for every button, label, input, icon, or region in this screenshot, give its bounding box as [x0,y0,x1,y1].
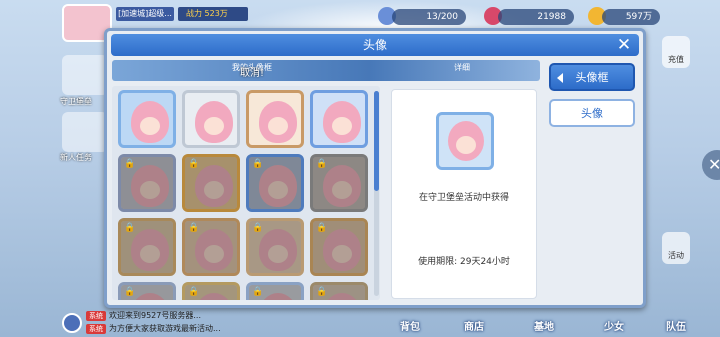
subtab-bar: 我的头像框 取消! 详细 [112,60,540,81]
avatar-frame-item[interactable]: 🔒 [118,282,176,300]
scrollbar-thumb[interactable] [374,91,379,191]
nav-bag[interactable]: 背包 [386,312,434,337]
triangle-left-icon [557,73,563,83]
frame-source-text: 在守卫堡垒活动中获得 [418,193,509,203]
avatar-face [323,101,361,143]
fortress-event-icon[interactable] [62,55,108,95]
dialog-title: 头像 [362,38,387,52]
event-button[interactable]: 活动 [662,232,690,264]
player-name: [加速城]超级... [116,7,174,21]
avatar-frame-item[interactable] [118,90,176,148]
avatar-frame-item[interactable]: 🔒 [246,218,304,276]
chat-line: 系统 欢迎来到9527号服务器... [86,310,201,321]
chat-text: 欢迎来到9527号服务器... [109,311,201,320]
frame-grid-scrollbar[interactable] [374,91,379,296]
lock-icon: 🔒 [252,287,264,297]
avatar-face [448,121,484,161]
chat-icon[interactable] [62,313,82,333]
avatar-frame-item[interactable]: 🔒 [118,154,176,212]
lock-icon: 🔒 [124,159,136,169]
chat-box[interactable]: 系统 欢迎来到9527号服务器... 系统 为方便大家获取游戏最新活动... [58,308,258,336]
avatar-frame-item[interactable] [246,90,304,148]
avatar-frame-item[interactable]: 🔒 [182,218,240,276]
avatar-frame-item[interactable]: 🔒 [118,218,176,276]
fortress-event-label: 守卫堡垒 [60,97,92,106]
chat-line: 系统 为方便大家获取游戏最新活动... [86,323,221,334]
avatar-face [259,101,297,143]
avatar-face [131,101,169,143]
avatar-frame-item[interactable] [182,90,240,148]
lock-icon: 🔒 [124,287,136,297]
recharge-button[interactable]: 充值 [662,36,690,68]
lock-icon: 🔒 [188,223,200,233]
event-label: 活动 [668,251,684,260]
frame-grid: 🔒 🔒 🔒 🔒 🔒 🔒 🔒 🔒 🔒 🔒 🔒 🔒 [112,86,380,300]
avatar-frame-item[interactable]: 🔒 [310,218,368,276]
avatar-frame-item[interactable]: 🔒 [310,282,368,300]
nav-girls[interactable]: 少女 [590,312,638,337]
avatar-frame-button-label: 头像框 [575,71,609,84]
avatar-frame-item[interactable]: 🔒 [182,282,240,300]
newbie-task-label: 新人任务 [60,153,92,162]
nav-base[interactable]: 基地 [520,312,568,337]
toast-message: 取消! [239,68,264,79]
tab-detail[interactable]: 详细 [412,60,512,81]
lock-icon: 🔒 [252,223,264,233]
frame-expiry-text: 使用期限: 29天24小时 [418,257,510,267]
stamina-value: 13/200 [392,9,466,25]
lock-icon: 🔒 [252,159,264,169]
avatar-frame-item[interactable]: 🔒 [246,282,304,300]
newbie-task-icon[interactable] [62,112,108,152]
recharge-label: 充值 [668,55,684,64]
avatar-frame-item[interactable]: 🔒 [310,154,368,212]
avatar-frame-item[interactable] [310,90,368,148]
lock-icon: 🔒 [316,223,328,233]
chat-tag: 系统 [86,311,106,321]
frame-detail-panel: 在守卫堡垒活动中获得 使用期限: 29天24小时 [391,89,537,299]
diamond-value: 21988 [498,9,574,25]
avatar-frame-item[interactable]: 🔒 [182,154,240,212]
avatar-dialog: 头像 ✕ 我的头像框 取消! 详细 🔒 🔒 🔒 🔒 🔒 🔒 🔒 🔒 🔒 🔒 🔒 🔒 在守卫堡垒活动中获… [104,28,646,308]
nav-team[interactable]: 队伍 [652,312,700,337]
chat-tag: 系统 [86,324,106,334]
avatar-face [195,101,233,143]
chat-text: 为方便大家获取游戏最新活动... [109,324,221,333]
lock-icon: 🔒 [188,159,200,169]
nav-shop[interactable]: 商店 [450,312,498,337]
selected-frame-preview [436,112,494,170]
tab-my-frames[interactable]: 我的头像框 取消! [112,60,392,81]
avatar-frame-item[interactable]: 🔒 [246,154,304,212]
lock-icon: 🔒 [316,159,328,169]
lock-icon: 🔒 [124,223,136,233]
lock-icon: 🔒 [188,287,200,297]
avatar-button-label: 头像 [581,107,603,120]
avatar-frame-button[interactable]: 头像框 [549,63,635,91]
close-icon[interactable]: ✕ [615,36,633,54]
gold-value: 597万 [602,9,660,25]
power-label: 战力 523万 [178,7,248,21]
avatar-button[interactable]: 头像 [549,99,635,127]
dialog-header: 头像 ✕ [111,34,639,56]
lock-icon: 🔒 [316,287,328,297]
